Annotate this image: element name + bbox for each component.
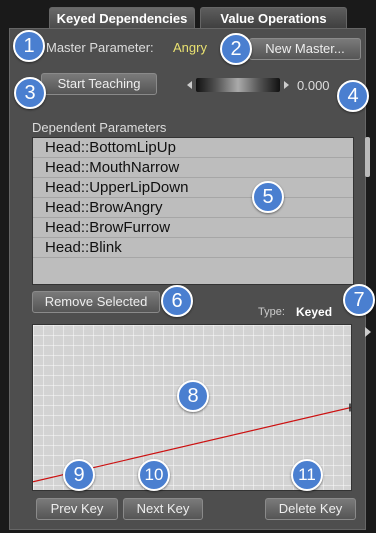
- start-teaching-button[interactable]: Start Teaching: [41, 73, 157, 95]
- callout-11: 11: [291, 459, 323, 491]
- expand-arrow-icon[interactable]: [365, 327, 371, 337]
- callout-4: 4: [337, 80, 369, 112]
- dependent-parameters-header: Dependent Parameters: [32, 120, 167, 135]
- dial-track[interactable]: [196, 78, 280, 92]
- dependent-parameters-list[interactable]: Head::BottomLipUp Head::MouthNarrow Head…: [32, 137, 354, 285]
- type-value: Keyed: [296, 305, 333, 319]
- list-item[interactable]: Head::BrowFurrow: [33, 218, 353, 238]
- teaching-value: 0.000: [297, 78, 330, 93]
- dial-slider[interactable]: [187, 78, 289, 92]
- slider-right-arrow-icon[interactable]: [284, 81, 289, 89]
- callout-5: 5: [252, 181, 284, 213]
- prev-key-button[interactable]: Prev Key: [36, 498, 118, 520]
- remove-selected-button[interactable]: Remove Selected: [32, 291, 160, 313]
- type-label: Type:: [258, 306, 285, 318]
- tab-value-operations[interactable]: Value Operations: [200, 7, 347, 29]
- next-key-button[interactable]: Next Key: [123, 498, 203, 520]
- tab-keyed-dependencies[interactable]: Keyed Dependencies: [49, 7, 195, 29]
- list-item[interactable]: Head::Blink: [33, 238, 353, 258]
- callout-3: 3: [14, 77, 46, 109]
- callout-1: 1: [13, 30, 45, 62]
- delete-key-button[interactable]: Delete Key: [265, 498, 356, 520]
- slider-left-arrow-icon[interactable]: [187, 81, 192, 89]
- callout-7: 7: [343, 284, 375, 316]
- callout-10: 10: [138, 459, 170, 491]
- list-item[interactable]: Head::BrowAngry: [33, 198, 353, 218]
- callout-8: 8: [177, 380, 209, 412]
- callout-9: 9: [63, 459, 95, 491]
- list-item[interactable]: Head::MouthNarrow: [33, 158, 353, 178]
- new-master-button[interactable]: New Master...: [249, 38, 361, 60]
- callout-2: 2: [220, 33, 252, 65]
- master-parameter-label: Master Parameter:: [46, 40, 154, 55]
- list-scrollbar[interactable]: [365, 137, 370, 177]
- master-parameter-value: Angry: [173, 40, 207, 55]
- list-item[interactable]: Head::BottomLipUp: [33, 138, 353, 158]
- callout-6: 6: [161, 285, 193, 317]
- list-item[interactable]: Head::UpperLipDown: [33, 178, 353, 198]
